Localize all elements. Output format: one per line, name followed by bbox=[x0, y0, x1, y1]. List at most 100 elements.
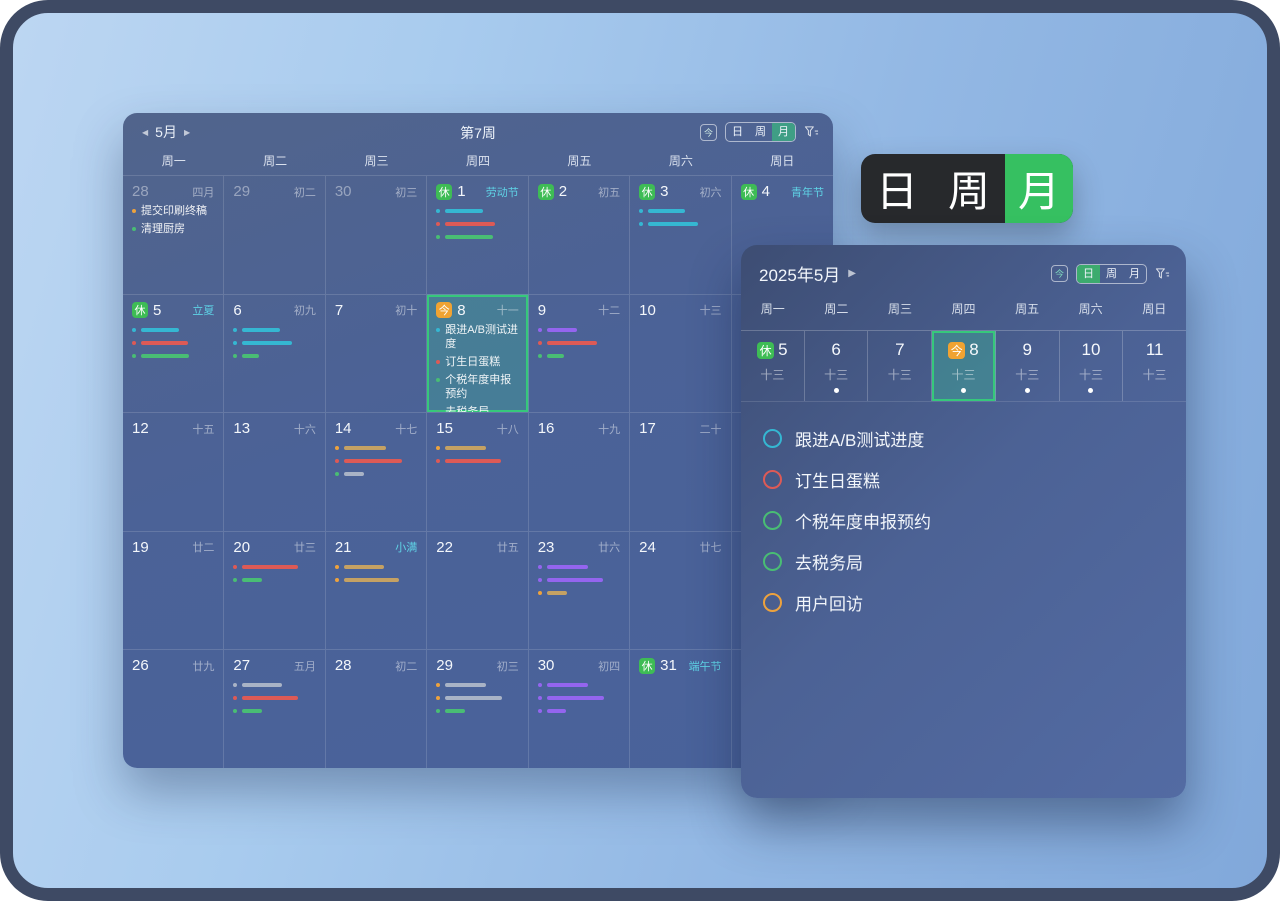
day-cell[interactable]: 休3初六 bbox=[630, 175, 731, 294]
task-status-circle[interactable] bbox=[763, 593, 782, 612]
event-item[interactable]: 去税务局 bbox=[436, 405, 518, 413]
task-status-circle[interactable] bbox=[763, 511, 782, 530]
event-item[interactable]: 跟进A/B测试进度 bbox=[436, 323, 518, 351]
event-bar[interactable] bbox=[436, 696, 518, 700]
day-cell[interactable]: 休5立夏 bbox=[123, 294, 224, 413]
event-bar[interactable] bbox=[335, 446, 417, 450]
task-item[interactable]: 跟进A/B测试进度 bbox=[763, 418, 1166, 459]
day-cell[interactable]: 17二十 bbox=[630, 412, 731, 531]
event-bar[interactable] bbox=[436, 683, 518, 687]
day-cell[interactable]: 13十六 bbox=[224, 412, 325, 531]
next-month-arrow-icon[interactable]: ▶ bbox=[184, 128, 190, 137]
filter-icon[interactable] bbox=[1155, 267, 1170, 281]
event-bar[interactable] bbox=[436, 209, 518, 213]
event-bar[interactable] bbox=[335, 472, 417, 476]
day-cell[interactable]: 23廿六 bbox=[529, 531, 630, 650]
view-option-day[interactable]: 日 bbox=[726, 123, 749, 141]
task-status-circle[interactable] bbox=[763, 552, 782, 571]
event-bar[interactable] bbox=[538, 709, 620, 713]
event-bar[interactable] bbox=[233, 578, 315, 582]
panel-day-cell[interactable]: 6十三 bbox=[805, 331, 869, 401]
panel-day-cell[interactable]: 休5十三 bbox=[741, 331, 805, 401]
view-option-week[interactable]: 周 bbox=[1100, 265, 1123, 283]
event-bar[interactable] bbox=[639, 209, 721, 213]
today-button[interactable]: 今 bbox=[1051, 265, 1068, 282]
event-item[interactable]: 订生日蛋糕 bbox=[436, 355, 518, 369]
day-cell[interactable]: 今8十一跟进A/B测试进度订生日蛋糕个税年度申报预约去税务局 bbox=[427, 294, 528, 413]
day-cell[interactable]: 21小满 bbox=[326, 531, 427, 650]
event-item[interactable]: 清理厨房 bbox=[132, 222, 214, 236]
event-bar[interactable] bbox=[132, 328, 214, 332]
event-bar[interactable] bbox=[335, 459, 417, 463]
callout-option-month[interactable]: 月 bbox=[1005, 154, 1073, 223]
day-cell[interactable]: 19廿二 bbox=[123, 531, 224, 650]
event-bar[interactable] bbox=[436, 235, 518, 239]
event-bar[interactable] bbox=[233, 696, 315, 700]
event-bar[interactable] bbox=[436, 459, 518, 463]
day-cell[interactable]: 30初三 bbox=[326, 175, 427, 294]
day-cell[interactable]: 休2初五 bbox=[529, 175, 630, 294]
view-option-month[interactable]: 月 bbox=[1123, 265, 1146, 283]
callout-option-day[interactable]: 日 bbox=[861, 154, 933, 223]
panel-day-cell[interactable]: 7十三 bbox=[868, 331, 932, 401]
day-cell[interactable]: 9十二 bbox=[529, 294, 630, 413]
event-bar[interactable] bbox=[233, 328, 315, 332]
task-status-circle[interactable] bbox=[763, 470, 782, 489]
day-cell[interactable]: 15十八 bbox=[427, 412, 528, 531]
day-cell[interactable]: 16十九 bbox=[529, 412, 630, 531]
event-bar[interactable] bbox=[132, 354, 214, 358]
task-item[interactable]: 个税年度申报预约 bbox=[763, 500, 1166, 541]
day-cell[interactable]: 20廿三 bbox=[224, 531, 325, 650]
event-bar[interactable] bbox=[538, 591, 620, 595]
event-bar[interactable] bbox=[233, 341, 315, 345]
filter-icon[interactable] bbox=[804, 125, 819, 139]
day-cell[interactable]: 28四月提交印刷终稿清理厨房 bbox=[123, 175, 224, 294]
view-option-month[interactable]: 月 bbox=[772, 123, 795, 141]
event-bar[interactable] bbox=[335, 565, 417, 569]
event-bar[interactable] bbox=[538, 578, 620, 582]
day-cell[interactable]: 休1劳动节 bbox=[427, 175, 528, 294]
day-cell[interactable]: 10十三 bbox=[630, 294, 731, 413]
event-bar[interactable] bbox=[436, 222, 518, 226]
task-status-circle[interactable] bbox=[763, 429, 782, 448]
event-bar[interactable] bbox=[233, 709, 315, 713]
day-cell[interactable]: 29初三 bbox=[427, 649, 528, 768]
task-item[interactable]: 去税务局 bbox=[763, 541, 1166, 582]
day-cell[interactable]: 7初十 bbox=[326, 294, 427, 413]
day-cell[interactable]: 28初二 bbox=[326, 649, 427, 768]
day-cell[interactable]: 12十五 bbox=[123, 412, 224, 531]
day-cell[interactable]: 24廿七 bbox=[630, 531, 731, 650]
event-bar[interactable] bbox=[538, 683, 620, 687]
event-bar[interactable] bbox=[538, 354, 620, 358]
day-cell[interactable]: 22廿五 bbox=[427, 531, 528, 650]
event-bar[interactable] bbox=[538, 328, 620, 332]
event-bar[interactable] bbox=[233, 354, 315, 358]
callout-option-week[interactable]: 周 bbox=[933, 154, 1005, 223]
day-cell[interactable]: 14十七 bbox=[326, 412, 427, 531]
event-bar[interactable] bbox=[233, 683, 315, 687]
day-cell[interactable]: 休31端午节 bbox=[630, 649, 731, 768]
today-button[interactable]: 今 bbox=[700, 124, 717, 141]
event-bar[interactable] bbox=[538, 341, 620, 345]
prev-month-arrow-icon[interactable]: ◀ bbox=[142, 128, 148, 137]
event-item[interactable]: 个税年度申报预约 bbox=[436, 373, 518, 401]
day-cell[interactable]: 26廿九 bbox=[123, 649, 224, 768]
event-bar[interactable] bbox=[639, 222, 721, 226]
next-arrow-icon[interactable]: ▶ bbox=[848, 268, 856, 279]
event-bar[interactable] bbox=[538, 565, 620, 569]
panel-day-cell[interactable]: 今8十三 bbox=[932, 331, 996, 401]
event-bar[interactable] bbox=[436, 709, 518, 713]
day-cell[interactable]: 6初九 bbox=[224, 294, 325, 413]
task-item[interactable]: 订生日蛋糕 bbox=[763, 459, 1166, 500]
event-bar[interactable] bbox=[436, 446, 518, 450]
task-item[interactable]: 用户回访 bbox=[763, 582, 1166, 623]
event-item[interactable]: 提交印刷终稿 bbox=[132, 204, 214, 218]
day-cell[interactable]: 27五月 bbox=[224, 649, 325, 768]
event-bar[interactable] bbox=[132, 341, 214, 345]
view-option-day[interactable]: 日 bbox=[1077, 265, 1100, 283]
day-cell[interactable]: 29初二 bbox=[224, 175, 325, 294]
view-option-week[interactable]: 周 bbox=[749, 123, 772, 141]
event-bar[interactable] bbox=[335, 578, 417, 582]
day-cell[interactable]: 30初四 bbox=[529, 649, 630, 768]
event-bar[interactable] bbox=[233, 565, 315, 569]
